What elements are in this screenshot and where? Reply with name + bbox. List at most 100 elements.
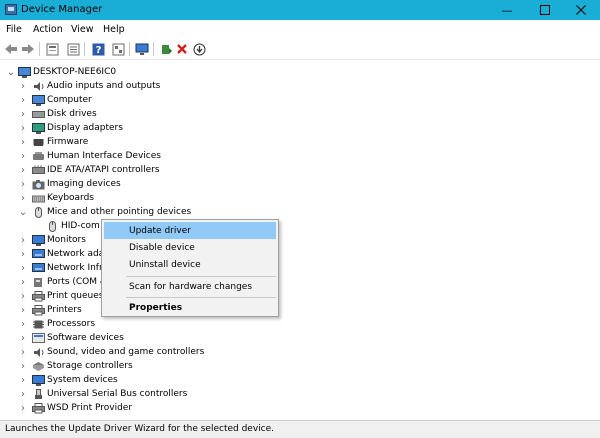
tree-item-label: Firmware	[47, 137, 89, 147]
tree-root[interactable]: ⌄ DESKTOP-NEE6IC0	[0, 65, 300, 79]
chevron-right-icon[interactable]: ›	[18, 178, 28, 190]
port-icon	[32, 277, 45, 288]
chevron-right-icon[interactable]: ›	[18, 402, 28, 414]
chevron-right-icon[interactable]: ›	[18, 276, 28, 288]
tree-item-network-adapters[interactable]: › Network adap	[0, 247, 110, 261]
chevron-right-icon[interactable]: ›	[18, 388, 28, 400]
back-icon[interactable]	[3, 41, 19, 57]
processor-icon	[32, 319, 45, 330]
tree-item-usb[interactable]: › Universal Serial Bus controllers	[0, 387, 300, 401]
chevron-right-icon[interactable]: ›	[18, 332, 28, 344]
chevron-right-icon[interactable]: ›	[18, 374, 28, 386]
menu-item-uninstall-device[interactable]: Uninstall device	[104, 256, 276, 273]
tree-item-ports[interactable]: › Ports (COM &	[0, 275, 107, 289]
chevron-down-icon[interactable]: ⌄	[6, 66, 16, 78]
menu-view[interactable]: View	[71, 24, 94, 35]
chevron-right-icon[interactable]: ›	[18, 80, 28, 92]
status-bar: Launches the Update Driver Wizard for th…	[0, 420, 600, 438]
tree-item-sound[interactable]: › Sound, video and game controllers	[0, 345, 300, 359]
tree-item-print-queues[interactable]: › Print queues	[0, 289, 104, 303]
chevron-right-icon[interactable]: ›	[18, 346, 28, 358]
forward-icon[interactable]	[20, 41, 36, 57]
minimize-button[interactable]: —	[492, 0, 522, 20]
tree-item-computer[interactable]: › Computer	[0, 93, 300, 107]
storage-controller-icon	[32, 361, 45, 372]
chevron-right-icon[interactable]: ›	[18, 192, 28, 204]
toolbar-separator	[84, 42, 85, 56]
menu-item-update-driver[interactable]: Update driver	[104, 222, 276, 239]
tree-item-hid[interactable]: › Human Interface Devices	[0, 149, 300, 163]
network-icon	[32, 248, 45, 260]
monitor-icon[interactable]	[134, 41, 150, 57]
tree-item-label: Keyboards	[47, 193, 94, 203]
chevron-right-icon[interactable]: ›	[18, 304, 28, 316]
chevron-right-icon[interactable]: ›	[18, 360, 28, 372]
chevron-right-icon[interactable]: ›	[18, 164, 28, 176]
chevron-right-icon[interactable]: ›	[18, 108, 28, 120]
chevron-right-icon[interactable]: ›	[18, 318, 28, 330]
menu-item-scan-hardware[interactable]: Scan for hardware changes	[104, 278, 276, 295]
chevron-right-icon[interactable]: ›	[18, 248, 28, 260]
toolbar: ?	[0, 38, 600, 60]
action-icon[interactable]	[110, 41, 126, 57]
chevron-right-icon[interactable]: ›	[18, 94, 28, 106]
tree-item-label: Network Infra	[47, 263, 109, 273]
tree-item-hid-mouse[interactable]: HID-com	[0, 219, 110, 233]
tree-item-processors[interactable]: › Processors	[0, 317, 300, 331]
tree-item-ide[interactable]: › IDE ATA/ATAPI controllers	[0, 163, 300, 177]
tree-item-firmware[interactable]: › Firmware	[0, 135, 300, 149]
tree-item-keyboards[interactable]: › Keyboards	[0, 191, 300, 205]
chevron-right-icon[interactable]: ›	[18, 150, 28, 162]
tree-item-storage[interactable]: › Storage controllers	[0, 359, 300, 373]
mouse-icon	[46, 220, 59, 232]
close-icon	[576, 5, 586, 15]
mouse-icon	[32, 206, 45, 218]
tree-item-system-devices[interactable]: › System devices	[0, 373, 300, 387]
tree-item-audio[interactable]: › Audio inputs and outputs	[0, 79, 300, 93]
tree-item-software-devices[interactable]: › Software devices	[0, 331, 300, 345]
tree-item-wsd[interactable]: › WSD Print Provider	[0, 401, 300, 415]
chevron-down-icon[interactable]: ⌄	[18, 206, 28, 218]
audio-icon	[32, 81, 45, 92]
chevron-right-icon[interactable]: ›	[18, 136, 28, 148]
menu-separator	[126, 297, 276, 298]
firmware-icon	[32, 137, 45, 148]
tree-item-disk-drives[interactable]: › Disk drives	[0, 107, 300, 121]
uninstall-icon[interactable]	[174, 41, 190, 57]
tree-item-label: Software devices	[47, 333, 124, 343]
tree-item-label: Display adapters	[47, 123, 123, 133]
menu-action[interactable]: Action	[33, 24, 63, 35]
menu-item-properties[interactable]: Properties	[104, 299, 276, 316]
tree-item-display-adapters[interactable]: › Display adapters	[0, 121, 300, 135]
tree-item-monitors[interactable]: › Monitors	[0, 233, 100, 247]
display-adapter-icon	[32, 122, 45, 134]
show-hidden-icon[interactable]	[65, 41, 81, 57]
chevron-right-icon[interactable]: ›	[18, 262, 28, 274]
chevron-right-icon[interactable]: ›	[18, 290, 28, 302]
tree-item-network-infra[interactable]: › Network Infra	[0, 261, 108, 275]
tree-item-label: Mice and other pointing devices	[47, 207, 192, 217]
menu-file[interactable]: File	[6, 24, 22, 35]
scan-icon[interactable]	[191, 41, 207, 57]
tree-item-printers[interactable]: › Printers	[0, 303, 100, 317]
tree-item-label: Computer	[47, 95, 92, 105]
close-button[interactable]	[566, 0, 596, 20]
tree-item-label: Print queues	[47, 291, 104, 301]
menu-help[interactable]: Help	[103, 24, 125, 35]
chevron-right-icon[interactable]: ›	[18, 234, 28, 246]
properties-icon[interactable]	[44, 41, 60, 57]
tree-item-mice[interactable]: ⌄ Mice and other pointing devices	[0, 205, 300, 219]
menu-item-disable-device[interactable]: Disable device	[104, 239, 276, 256]
update-driver-icon[interactable]	[158, 41, 174, 57]
tree-item-label: Universal Serial Bus controllers	[47, 389, 188, 399]
tree-item-label: Processors	[47, 319, 96, 329]
svg-text:?: ?	[95, 45, 101, 56]
computer-icon	[32, 94, 45, 106]
tree-item-imaging[interactable]: › Imaging devices	[0, 177, 300, 191]
camera-icon	[32, 179, 45, 190]
software-device-icon	[32, 332, 45, 344]
maximize-button[interactable]	[530, 0, 560, 20]
help-icon[interactable]: ?	[90, 41, 106, 57]
network-icon	[32, 262, 45, 274]
chevron-right-icon[interactable]: ›	[18, 122, 28, 134]
